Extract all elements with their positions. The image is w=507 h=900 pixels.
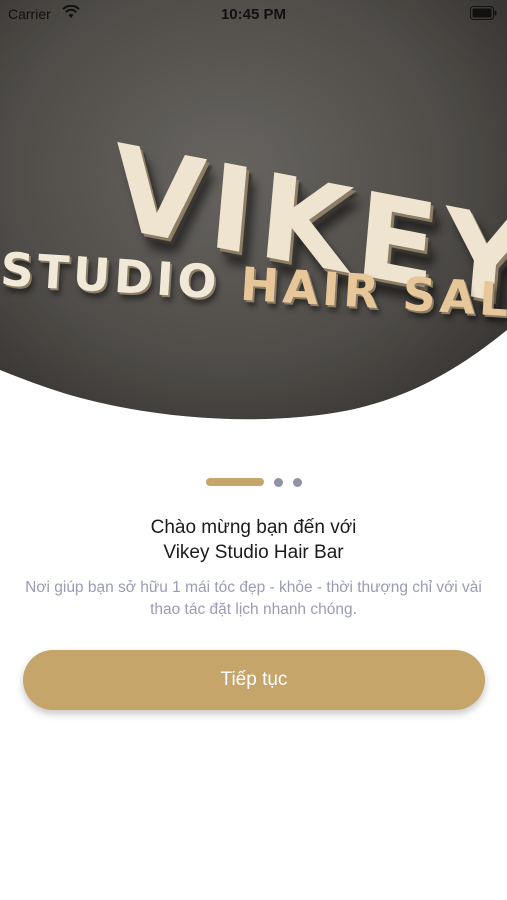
page-indicator (0, 477, 507, 489)
hero-image: VIKEY STUDIO HAIR SAL (0, 0, 507, 430)
page-dot (293, 478, 302, 487)
status-time: 10:45 PM (220, 6, 287, 23)
welcome-title-line1: Chào mừng bạn đến với (150, 517, 357, 538)
continue-button[interactable]: Tiếp tục (23, 650, 485, 710)
page-dot (274, 478, 283, 487)
page-dot-active (206, 478, 264, 486)
welcome-title: Chào mừng bạn đến với Vikey Studio Hair … (0, 515, 507, 565)
welcome-description: Nơi giúp bạn sở hữu 1 mái tóc đẹp - khỏe… (25, 579, 482, 618)
battery-icon (470, 6, 497, 23)
status-bar: Carrier 10:45 PM (0, 0, 507, 28)
welcome-title-line2: Vikey Studio Hair Bar (163, 542, 344, 563)
